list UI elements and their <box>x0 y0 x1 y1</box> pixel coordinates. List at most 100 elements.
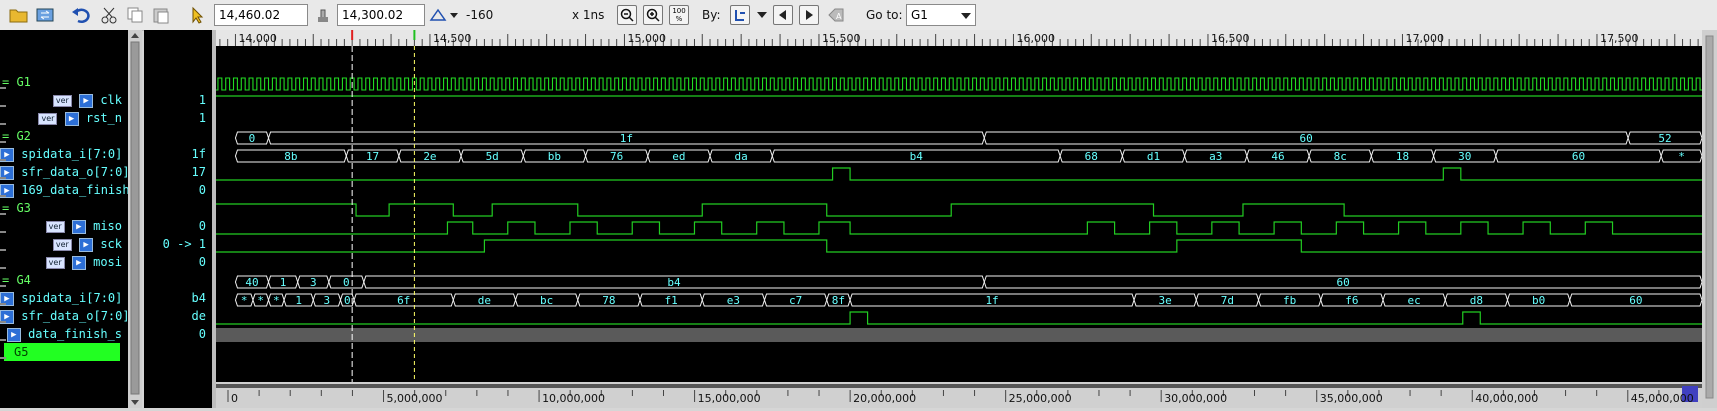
overview-label: 45,000,000 <box>1631 392 1694 405</box>
spidata-g4-value-label: b4 <box>667 276 681 289</box>
row-tick <box>0 195 6 197</box>
signal-row-miso[interactable]: ver ▶ miso <box>0 217 128 235</box>
signal-row-sfr-data-o-7-0[interactable]: ▶ sfr_data_o[7:0] <box>0 163 128 181</box>
row-tick <box>0 213 6 215</box>
previous-edge-button[interactable] <box>773 4 793 26</box>
delta-selector[interactable] <box>428 4 462 26</box>
scroll-up-arrow-icon[interactable] <box>131 33 139 38</box>
zoom-in-button[interactable] <box>643 4 663 26</box>
sfr-data-g4-value-label: f6 <box>1345 294 1358 307</box>
input-port-icon: ▶ <box>79 93 94 108</box>
signal-value: 0 <box>198 327 206 341</box>
sfr-data-g2-value-label: 18 <box>1396 150 1409 163</box>
sfr-data-g4-value-label: 3 <box>324 294 331 307</box>
signal-name-scrollbar[interactable] <box>128 30 142 408</box>
signal-row-data-finish-s[interactable]: ▶ data_finish_s <box>0 325 128 343</box>
triangle-right-icon <box>806 10 813 20</box>
g5-band <box>216 328 1702 342</box>
signal-row-g3[interactable]: = G3 <box>0 199 128 217</box>
timeline-label: 15,500 <box>822 32 861 45</box>
sfr-data-g4-value-label: 3e <box>1159 294 1172 307</box>
row-tick <box>0 249 6 251</box>
verilog-badge-icon: ver <box>38 112 58 125</box>
signal-row-169-data-finish-m[interactable]: ▶ 169_data_finish_m <box>0 181 128 199</box>
group-label: = G4 <box>2 273 31 287</box>
sfr-data-g2-value-label: 60 <box>1572 150 1585 163</box>
vertical-scrollbar[interactable] <box>1702 30 1717 408</box>
next-edge-button[interactable] <box>799 4 819 26</box>
timeline-label: 16,500 <box>1211 32 1250 45</box>
scrollbar-graphic <box>130 33 140 405</box>
cursor2-time-input[interactable] <box>337 4 425 26</box>
signal-value: 0 -> 1 <box>162 237 206 251</box>
marker-button[interactable] <box>312 4 334 26</box>
signal-row-mosi[interactable]: ver ▶ mosi <box>0 253 128 271</box>
goto-select[interactable]: G1 <box>906 4 976 26</box>
signal-row-spidata-i-7-0[interactable]: ▶ spidata_i[7:0] <box>0 145 128 163</box>
signal-value-panel: 1 1 1f 17 0 0 0 -> 1 0 b4 de 0 <box>144 30 212 408</box>
sfr-data-g2-value-label: ed <box>672 150 685 163</box>
pointer-icon <box>192 6 204 24</box>
overview-label: 30,000,000 <box>1164 392 1227 405</box>
spidata-g2-value-label: 60 <box>1300 132 1313 145</box>
open-folder-button[interactable] <box>8 4 30 26</box>
waveform-canvas[interactable]: 14,000 14,500 15,000 15,500 16,000 16,500 17,0… <box>216 30 1702 408</box>
signal-row-g5[interactable]: G5 <box>4 343 120 361</box>
signal-row-g4[interactable]: = G4 <box>0 271 128 289</box>
signal-value: 0 <box>198 219 206 233</box>
sfr-data-g2-value-label: da <box>735 150 748 163</box>
miso-waveform <box>216 203 1702 217</box>
signal-row-sfr-data-o-7-0[interactable]: ▶ sfr_data_o[7:0] <box>0 307 128 325</box>
sfr-data-g4-value-label: f1 <box>665 294 678 307</box>
signal-row-spidata-i-7-0[interactable]: ▶ spidata_i[7:0] <box>0 289 128 307</box>
folder-icon <box>9 9 28 23</box>
signal-name: spidata_i[7:0] <box>21 147 123 161</box>
goto-label: Go to: <box>866 8 903 22</box>
signal-row-rst-n[interactable]: ver ▶ rst_n <box>0 109 128 127</box>
undo-button[interactable] <box>70 4 92 26</box>
sfr-data-g4-value-label: * <box>273 294 280 307</box>
cut-button[interactable] <box>98 4 120 26</box>
copy-button[interactable] <box>124 4 146 26</box>
waveform-area[interactable]: 14,000 14,500 15,000 15,500 16,000 16,500 17,0… <box>216 30 1702 408</box>
tag-button[interactable]: A <box>826 4 846 26</box>
by-selector-button[interactable] <box>730 4 750 26</box>
sfr-data-g4-value-label: bc <box>540 294 553 307</box>
signal-value: 0 <box>198 255 206 269</box>
signal-name: data_finish_s <box>28 327 122 341</box>
row-tick <box>0 231 6 233</box>
select-pointer-button[interactable] <box>186 4 208 26</box>
row-tick <box>0 267 6 269</box>
sfr-data-g4-value-label: ec <box>1408 294 1421 307</box>
sfr-data-g2-value-label: 17 <box>366 150 379 163</box>
sfr-data-g2-value-label: 30 <box>1458 150 1471 163</box>
zoom-out-button[interactable] <box>617 4 637 26</box>
goto-select-value: G1 <box>911 8 928 22</box>
reload-button[interactable] <box>34 4 56 26</box>
sfr-data-g4-value-label: 8f <box>832 294 845 307</box>
by-dropdown-button[interactable] <box>756 4 768 26</box>
sfr-data-g2-value-label: 5d <box>486 150 499 163</box>
sck-waveform <box>216 221 1702 235</box>
cursor1-time-input[interactable] <box>214 4 308 26</box>
signal-row-clk[interactable]: ver ▶ clk <box>0 91 128 109</box>
signal-row-g1[interactable]: = G1 <box>0 73 128 91</box>
cursor2-marker[interactable] <box>413 30 416 40</box>
row-tick <box>0 123 6 125</box>
sfr-data-g4-value-label: 7d <box>1221 294 1234 307</box>
signal-row-g2[interactable]: = G2 <box>0 127 128 145</box>
signal-row-sck[interactable]: ver ▶ sck <box>0 235 128 253</box>
paste-button[interactable] <box>150 4 172 26</box>
zoom-100-button[interactable]: 100 % <box>669 4 689 26</box>
waveform-viewer-window: { "toolbar": { "cursor1_value": "14,460.… <box>0 0 1717 408</box>
signal-name: sck <box>100 237 122 251</box>
verilog-badge-icon: ver <box>52 238 72 251</box>
triangle-left-icon <box>779 10 786 20</box>
scrollbar-thumb[interactable] <box>1705 35 1714 399</box>
sfr-data-g2-value-label: 8c <box>1334 150 1347 163</box>
data-finish-s-waveform <box>216 311 1702 325</box>
scrollbar-thumb[interactable] <box>130 41 140 395</box>
signal-value: 1f <box>191 147 206 161</box>
scroll-down-arrow-icon[interactable] <box>131 400 139 405</box>
cursor1-marker[interactable] <box>351 30 354 40</box>
